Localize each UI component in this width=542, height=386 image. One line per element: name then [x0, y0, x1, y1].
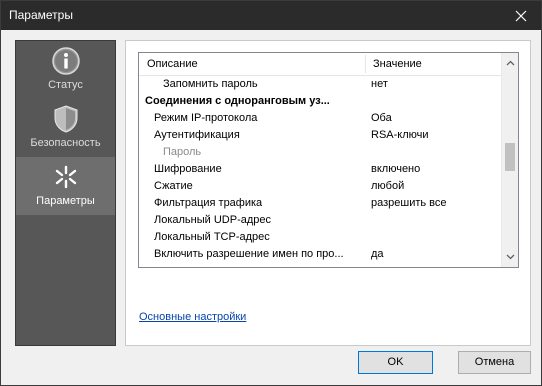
row-name: Запомнить пароль [163, 78, 258, 90]
grid-row[interactable]: Фильтрация трафика разрешить все [139, 195, 501, 212]
sidebar-item-label: Безопасность [30, 137, 101, 149]
info-icon [52, 47, 80, 75]
window-title: Параметры [9, 8, 73, 22]
sidebar-item-status[interactable]: Статус [16, 41, 115, 99]
scroll-up-button[interactable] [502, 55, 518, 71]
column-separator[interactable] [365, 55, 366, 73]
grid-row[interactable]: Сжатие любой [139, 178, 501, 195]
scroll-down-button[interactable] [502, 249, 518, 265]
sidebar: Статус Безопасность Параметры [15, 40, 116, 346]
sidebar-item-parameters[interactable]: Параметры [16, 157, 115, 215]
row-value: любой [371, 180, 405, 192]
sidebar-item-label: Статус [48, 79, 83, 91]
property-grid[interactable]: Описание Значение Запомнить пароль нет С… [138, 52, 519, 268]
close-icon [515, 10, 527, 21]
title-bar: Параметры [1, 1, 541, 30]
row-name: Шифрование [154, 163, 222, 175]
grid-row[interactable]: Включить разрешение имен по про... да [139, 246, 501, 263]
column-value[interactable]: Значение [373, 58, 422, 70]
grid-row[interactable]: Пароль [139, 144, 501, 161]
sidebar-item-label: Параметры [36, 195, 95, 207]
close-button[interactable] [501, 1, 541, 30]
settings-window: Параметры Статус Безопасность Параметры … [0, 0, 542, 386]
chevron-down-icon [506, 254, 514, 260]
row-name: Аутентификация [154, 129, 240, 141]
row-value: нет [371, 78, 388, 90]
scrollbar-thumb[interactable] [505, 143, 515, 171]
row-name: Локальный UDP-адрес [154, 214, 271, 226]
column-description[interactable]: Описание [147, 58, 198, 70]
settings-spark-icon [55, 165, 77, 189]
shield-icon [54, 105, 78, 133]
grid-row[interactable]: Режим IP-протокола Оба [139, 110, 501, 127]
chevron-up-icon [506, 60, 514, 66]
row-name: Локальный TCP-адрес [154, 231, 270, 243]
row-name: Включить разрешение имен по про... [154, 248, 344, 260]
row-value: разрешить все [371, 197, 447, 209]
basic-settings-link[interactable]: Основные настройки [139, 311, 246, 323]
row-value: включено [371, 163, 421, 175]
grid-category-row[interactable]: Соединения с одноранговым уз... [139, 93, 501, 110]
row-name: Пароль [163, 146, 202, 158]
dialog-body: Статус Безопасность Параметры Описание З… [1, 30, 541, 385]
grid-rows: Запомнить пароль нет Соединения с однора… [139, 76, 501, 263]
row-name: Сжатие [154, 180, 193, 192]
row-value: Оба [371, 112, 392, 124]
row-name: Фильтрация трафика [154, 197, 263, 209]
row-value: да [371, 248, 384, 260]
grid-row[interactable]: Шифрование включено [139, 161, 501, 178]
ok-button[interactable]: OK [358, 351, 433, 374]
grid-header: Описание Значение [139, 53, 501, 76]
grid-row[interactable]: Аутентификация RSA-ключи [139, 127, 501, 144]
sidebar-item-security[interactable]: Безопасность [16, 99, 115, 157]
row-name: Режим IP-протокола [154, 112, 258, 124]
grid-row[interactable]: Запомнить пароль нет [139, 76, 501, 93]
grid-row[interactable]: Локальный UDP-адрес [139, 212, 501, 229]
settings-panel: Описание Значение Запомнить пароль нет С… [125, 40, 531, 346]
grid-row[interactable]: Локальный TCP-адрес [139, 229, 501, 246]
row-name: Соединения с одноранговым уз... [145, 95, 330, 107]
vertical-scrollbar[interactable] [501, 53, 518, 267]
row-value: RSA-ключи [371, 129, 429, 141]
cancel-button[interactable]: Отмена [458, 351, 531, 374]
